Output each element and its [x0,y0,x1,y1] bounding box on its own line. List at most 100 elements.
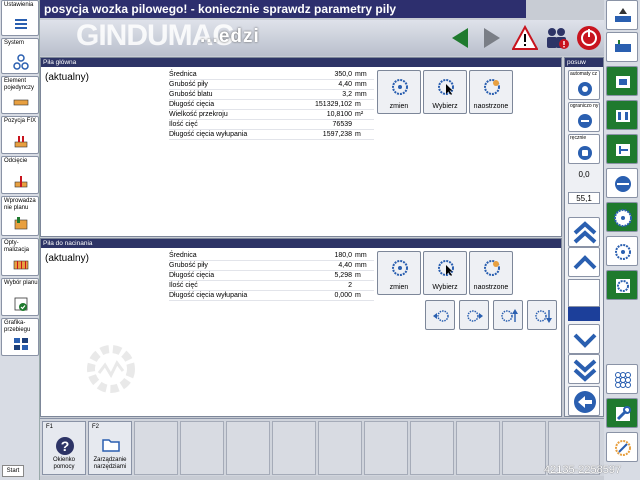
right-tool-5[interactable] [606,134,638,164]
title-bar: GINDUMAC ...edzi [40,19,604,56]
forward-arrow-icon[interactable] [480,26,504,50]
gauge-icon [615,176,631,192]
saw-select-icon [438,260,454,276]
param-row: Grubość piły 4,40 mm [169,261,374,271]
back-arrow-icon[interactable] [448,26,472,50]
f-key-empty [134,421,178,475]
folder-icon [102,439,120,452]
sidebar-item-settings[interactable]: Ustawienia [1,0,39,36]
left-sidebar: Ustawienia System Element pojedynczy Poz… [0,0,40,480]
f-key-empty [226,421,270,475]
right-tool-3[interactable] [606,66,638,96]
sidebar-item-cutoff[interactable]: Odcięcie [1,156,39,194]
sidebar-item-label: Opty- malizacja [4,240,30,253]
pusher-icon [616,144,630,156]
saw-sharpen-icon [484,260,500,276]
change-tool-button[interactable]: zmien [377,70,421,114]
main-saw-params: Średnica 350,0 mm Grubość piły 4,40 mm Grubo… [169,70,374,140]
saw-change-icon [392,79,408,95]
gear-watermark-icon [87,345,135,393]
param-row: Wielkość przekroju 10,8100 m² [169,110,374,120]
change-tool-button[interactable]: zmien [377,251,421,295]
param-row: Średnica 350,0 mm [169,70,374,80]
sharpened-button[interactable]: naostrzone [469,251,513,295]
select-tool-button[interactable]: Wybierz [423,70,467,114]
sidebar-item-system[interactable]: System [1,38,39,74]
saw-down-icon [535,310,552,323]
feed-down-button[interactable] [568,324,600,354]
main-saw-panel: Piła główna (aktualny) Średnica 350,0 mm G… [40,57,562,237]
feed-mode-auto[interactable]: automaty cz [568,70,600,100]
param-row: Długość cięcia 151329,102 m [169,100,374,110]
stop-icon[interactable] [576,25,602,51]
sidebar-item-label: Element pojedynczy [4,78,35,91]
select-tool-button[interactable]: Wybierz [423,251,467,295]
saw-right-icon [467,310,483,322]
plan-input-icon [14,217,28,230]
users-alert-icon[interactable] [544,25,570,51]
serial-watermark: 42135-2258597 [544,464,622,476]
back-circle-icon [574,391,596,413]
f-key-empty [318,421,362,475]
feed-panel: posuw automaty cz ograniczo ny ręcznie 0… [564,57,604,417]
function-key-bar: F1 ? Okienko pomocy F2 Zarządzanie narzę… [40,418,604,476]
move-up-button[interactable] [493,300,523,330]
svg-text:?: ? [61,438,70,454]
feed-fast-down-button[interactable] [568,354,600,384]
right-tool-2[interactable] [606,32,638,62]
sidebar-item-label: Grafika- przebiegu [4,320,31,333]
move-left-button[interactable] [425,300,455,330]
f1-help-button[interactable]: F1 ? Okienko pomocy [42,421,86,475]
plan-select-icon [14,297,28,311]
right-tool-4[interactable] [606,100,638,130]
right-tool-8[interactable] [606,236,638,266]
settings-icon [15,19,27,29]
sidebar-item-single-element[interactable]: Element pojedynczy [1,76,39,114]
sidebar-item-plan-select[interactable]: Wybór planu [1,278,39,316]
f-key-empty [364,421,408,475]
right-tool-11[interactable] [606,398,638,428]
saw-unit-icon [616,76,630,88]
param-row: Grubość piły 4,40 mm [169,80,374,90]
limited-feed-icon [578,114,592,128]
cutoff-icon [14,176,28,188]
saw-change-icon [392,260,408,276]
grid-dots-icon [615,372,631,388]
panel-title: Piła do nacinania [41,239,561,248]
clamp-icon [616,110,630,122]
f-key-empty [502,421,546,475]
alarm-message: posycja wozka pilowego! - koniecznie spr… [40,0,526,18]
f-key-empty [180,421,224,475]
right-tool-1[interactable] [606,0,638,30]
move-right-button[interactable] [459,300,489,330]
saw-blade-icon [614,209,632,227]
sidebar-item-process-graphic[interactable]: Grafika- przebiegu [1,318,39,356]
start-button[interactable]: Start [2,465,24,477]
network-icon [13,54,29,70]
right-tool-12[interactable] [606,432,638,462]
feed-level-fill [568,307,600,321]
sidebar-item-optimization[interactable]: Opty- malizacja [1,238,39,276]
feed-mode-limited[interactable]: ograniczo ny [568,102,600,132]
saw-sharpen-icon [484,79,500,95]
feed-value: 0,0 [578,170,590,179]
right-tool-9[interactable] [606,270,638,300]
current-tool-label: (aktualny) [45,72,89,83]
panel-title: Piła główna [41,58,561,67]
sidebar-item-fix-position[interactable]: Pozycja FIX [1,116,39,154]
chevron-down-icon [573,333,597,348]
hand-icon [578,146,592,160]
move-down-button[interactable] [527,300,557,330]
sidebar-item-plan-input[interactable]: Wprowadza nie planu [1,196,39,236]
feed-return-button[interactable] [568,386,600,416]
sharpened-button[interactable]: naostrzone [469,70,513,114]
f2-tool-management-button[interactable]: F2 Zarządzanie narzędziami [88,421,132,475]
feed-up-button[interactable] [568,247,600,277]
feed-fast-up-button[interactable] [568,217,600,247]
right-tool-6[interactable] [606,168,638,198]
feed-mode-manual[interactable]: ręcznie [568,134,600,164]
warning-icon[interactable] [512,25,538,51]
right-tool-7[interactable] [606,202,638,232]
auto-feed-icon [578,82,592,96]
right-tool-10[interactable] [606,364,638,394]
